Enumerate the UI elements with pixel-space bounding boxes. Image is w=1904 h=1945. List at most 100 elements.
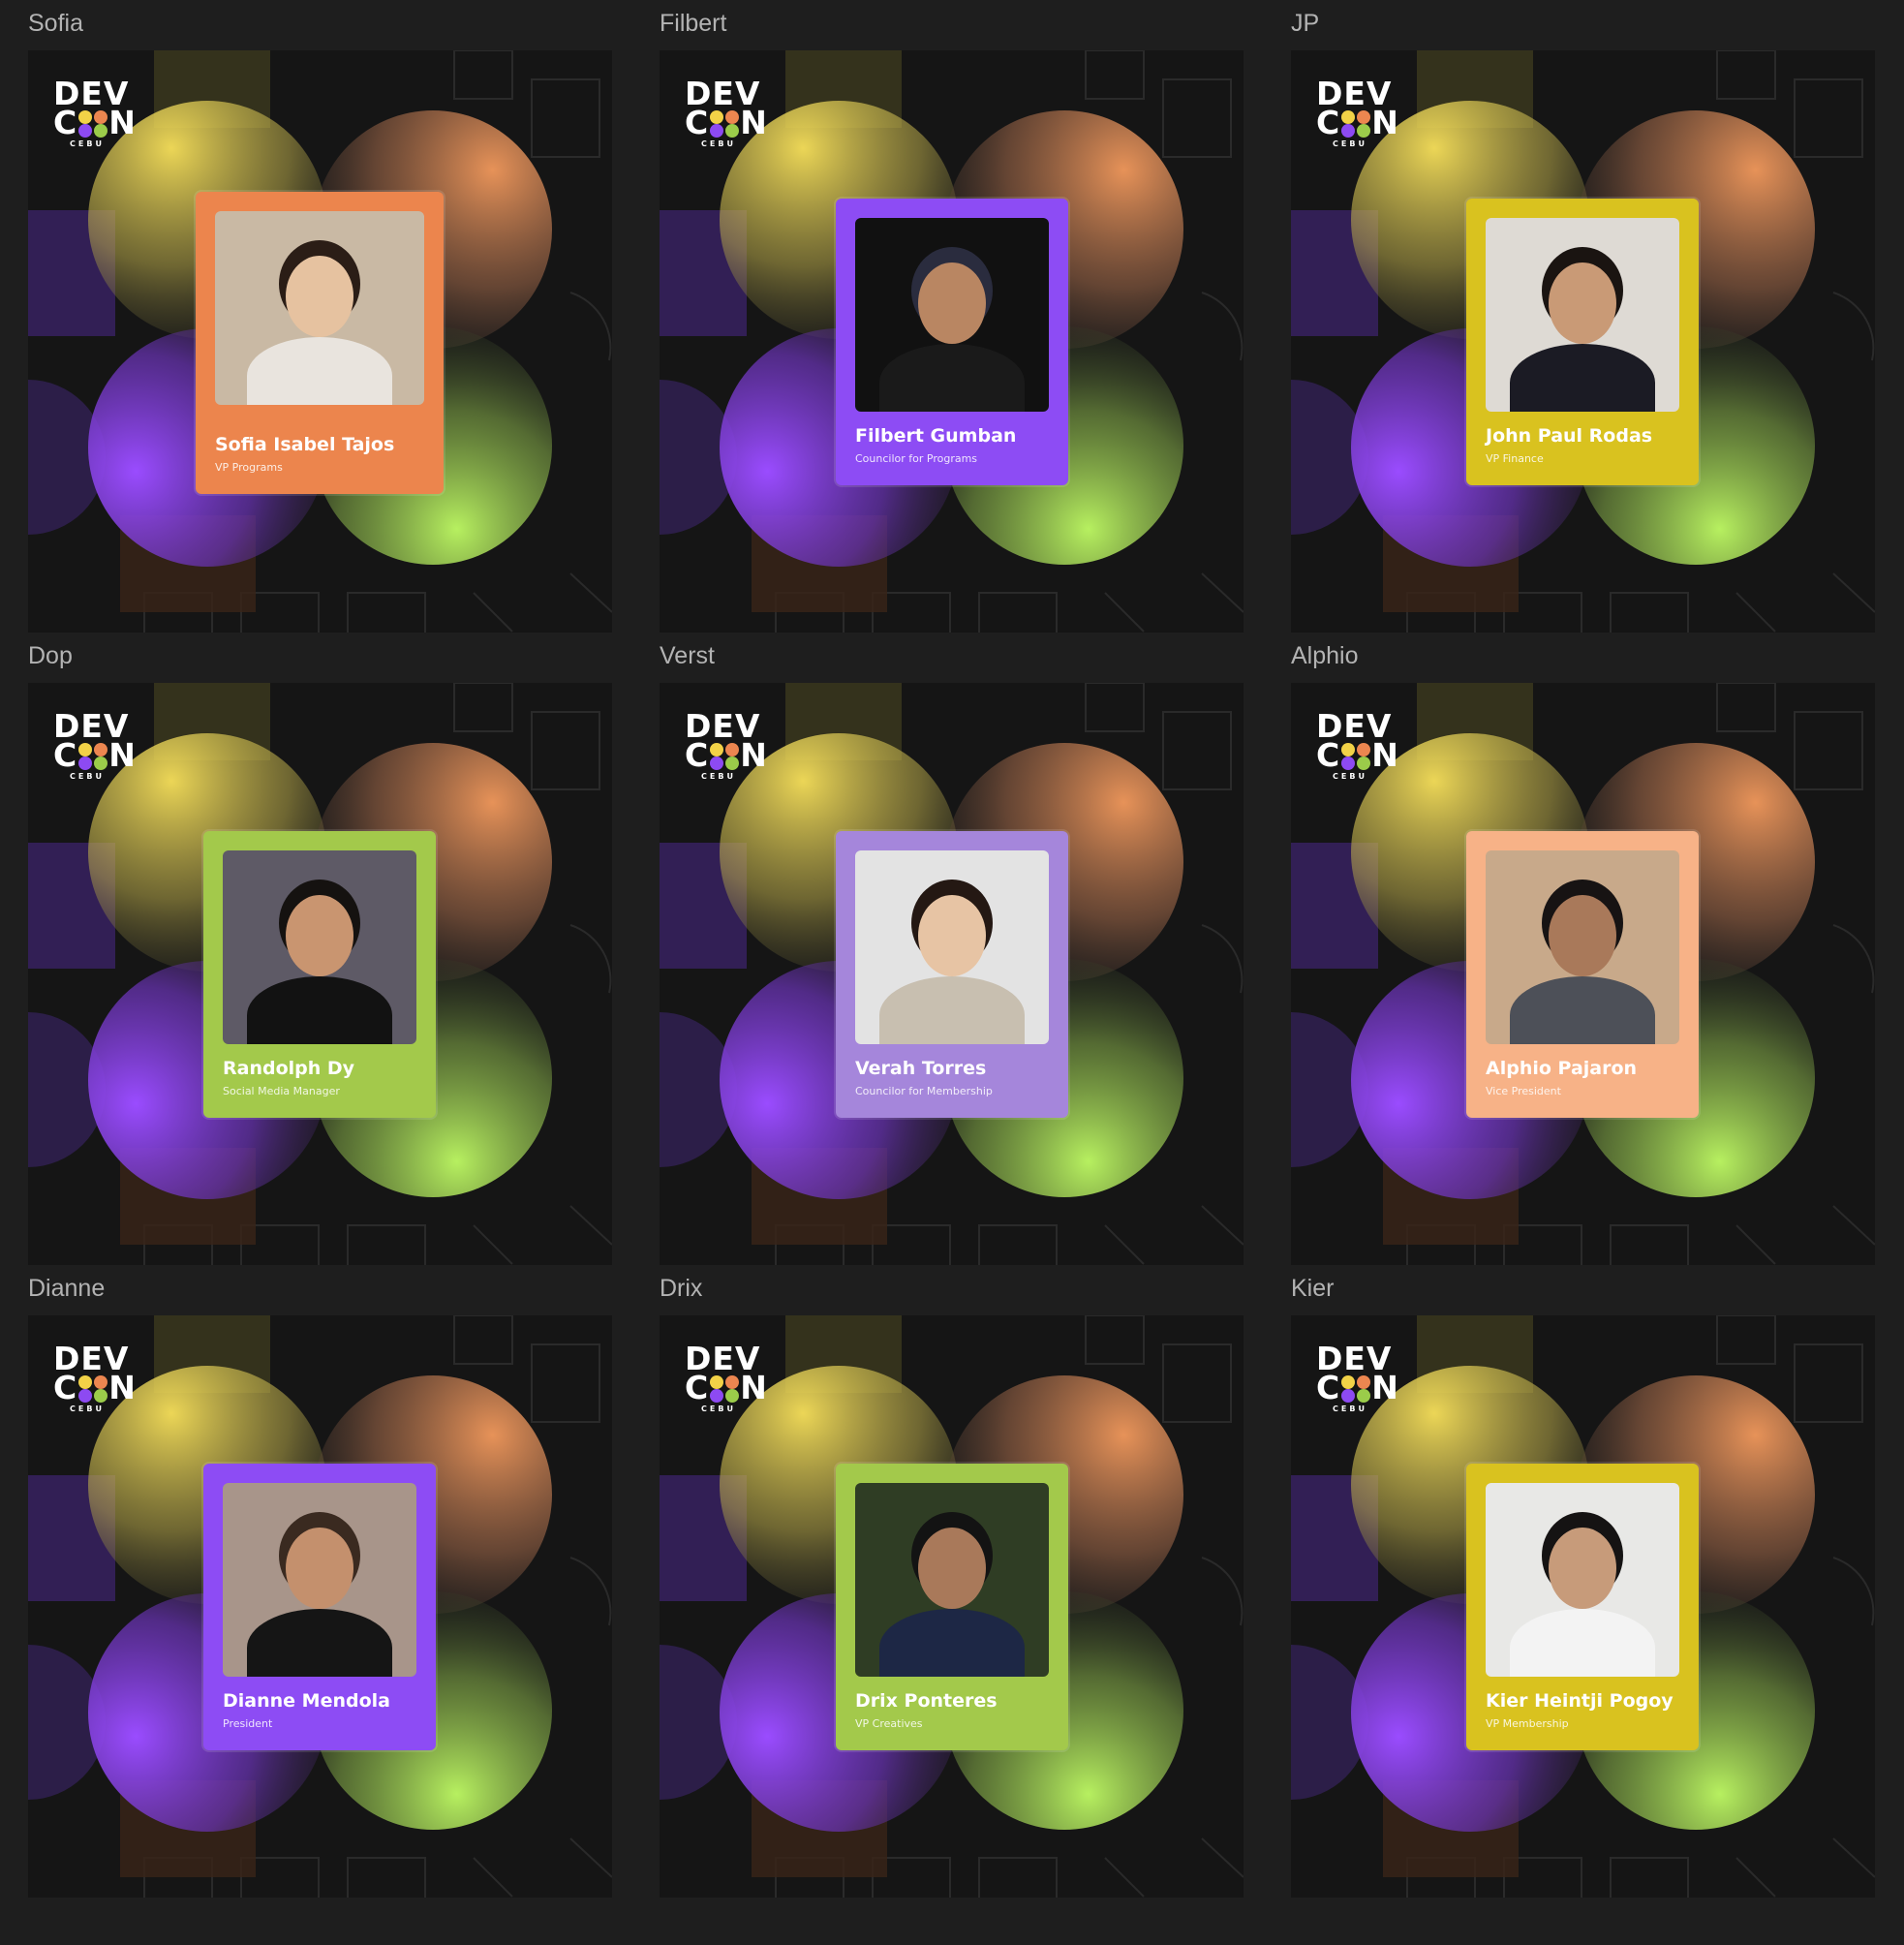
artboard-frame[interactable]: Verst DEV C N CEBU Verah Torres Councilo…	[660, 633, 1244, 1265]
artboard-frame[interactable]: Dianne DEV C N CEBU Dianne Mendola Presi…	[28, 1265, 612, 1898]
logo-dots-icon	[710, 742, 740, 770]
person-name: Alphio Pajaron	[1486, 1058, 1638, 1079]
devcon-logo: DEV C N CEBU	[685, 710, 768, 781]
logo-letter-c: C	[685, 736, 710, 775]
frame-title[interactable]: Sofia	[28, 0, 83, 46]
photo-face	[286, 256, 353, 337]
devcon-logo: DEV C N CEBU	[685, 1343, 768, 1413]
profile-photo	[855, 1483, 1049, 1677]
frame-artboard[interactable]: DEV C N CEBU John Paul Rodas VP Finance	[1291, 50, 1875, 633]
logo-letter-c: C	[1316, 104, 1341, 142]
logo-dots-icon	[1341, 742, 1371, 770]
logo-line-con: C N	[53, 1369, 137, 1407]
frame-title[interactable]: Alphio	[1291, 633, 1359, 679]
artboard-frame[interactable]: Kier DEV C N CEBU Kier Heintji Pogoy VP …	[1291, 1265, 1875, 1898]
frame-artboard[interactable]: DEV C N CEBU Filbert Gumban Councilor fo…	[660, 50, 1244, 633]
logo-line-con: C N	[685, 1369, 768, 1407]
photo-face	[1549, 262, 1616, 344]
devcon-logo: DEV C N CEBU	[53, 710, 137, 781]
frame-title[interactable]: Dianne	[28, 1265, 105, 1312]
frame-title[interactable]: Verst	[660, 633, 715, 679]
logo-letter-c: C	[685, 104, 710, 142]
profile-photo	[855, 850, 1049, 1044]
logo-letter-n: N	[740, 1369, 768, 1407]
logo-dots-icon	[1341, 109, 1371, 138]
logo-line-con: C N	[1316, 104, 1399, 142]
logo-dots-icon	[1341, 1374, 1371, 1403]
logo-dots-icon	[710, 1374, 740, 1403]
profile-photo	[223, 1483, 416, 1677]
profile-photo	[223, 850, 416, 1044]
frame-artboard[interactable]: DEV C N CEBU Alphio Pajaron Vice Preside…	[1291, 683, 1875, 1265]
devcon-logo: DEV C N CEBU	[1316, 1343, 1399, 1413]
profile-card[interactable]: Drix Ponteres VP Creatives	[836, 1464, 1068, 1750]
photo-shoulders	[879, 344, 1025, 412]
profile-photo	[1486, 850, 1679, 1044]
person-name: Kier Heintji Pogoy	[1486, 1690, 1674, 1712]
frame-title[interactable]: Dop	[28, 633, 73, 679]
person-role: VP Membership	[1486, 1717, 1569, 1730]
person-name: Verah Torres	[855, 1058, 987, 1079]
logo-letter-c: C	[53, 736, 78, 775]
profile-card[interactable]: Dianne Mendola President	[203, 1464, 436, 1750]
profile-photo	[855, 218, 1049, 412]
person-role: VP Finance	[1486, 452, 1544, 465]
logo-letter-c: C	[685, 1369, 710, 1407]
profile-card[interactable]: Randolph Dy Social Media Manager	[203, 831, 436, 1118]
person-role: Social Media Manager	[223, 1085, 340, 1097]
photo-shoulders	[879, 1609, 1025, 1677]
logo-dots-icon	[78, 742, 108, 770]
photo-face	[918, 262, 986, 344]
logo-letter-n: N	[108, 736, 137, 775]
profile-card[interactable]: John Paul Rodas VP Finance	[1466, 199, 1699, 485]
profile-card[interactable]: Kier Heintji Pogoy VP Membership	[1466, 1464, 1699, 1750]
artboard-frame[interactable]: Filbert DEV C N CEBU Filbert Gumban Coun…	[660, 0, 1244, 633]
frame-artboard[interactable]: DEV C N CEBU Dianne Mendola President	[28, 1315, 612, 1898]
photo-shoulders	[247, 337, 392, 405]
artboard-frame[interactable]: Sofia DEV C N CEBU Sofia Isabel Tajos VP…	[28, 0, 612, 633]
logo-letter-c: C	[1316, 736, 1341, 775]
frame-artboard[interactable]: DEV C N CEBU Kier Heintji Pogoy VP Membe…	[1291, 1315, 1875, 1898]
profile-photo	[215, 211, 424, 405]
logo-line-con: C N	[53, 736, 137, 775]
logo-dots-icon	[78, 1374, 108, 1403]
photo-shoulders	[1510, 1609, 1655, 1677]
devcon-logo: DEV C N CEBU	[53, 77, 137, 148]
frame-artboard[interactable]: DEV C N CEBU Drix Ponteres VP Creatives	[660, 1315, 1244, 1898]
person-role: VP Creatives	[855, 1717, 923, 1730]
profile-card[interactable]: Sofia Isabel Tajos VP Programs	[196, 192, 444, 494]
frame-title[interactable]: Kier	[1291, 1265, 1334, 1312]
person-role: Vice President	[1486, 1085, 1561, 1097]
frame-artboard[interactable]: DEV C N CEBU Randolph Dy Social Media Ma…	[28, 683, 612, 1265]
photo-face	[286, 1528, 353, 1609]
artboard-frame[interactable]: Alphio DEV C N CEBU Alphio Pajaron Vice …	[1291, 633, 1875, 1265]
logo-letter-c: C	[1316, 1369, 1341, 1407]
artboard-frame[interactable]: JP DEV C N CEBU John Paul Rodas VP Finan…	[1291, 0, 1875, 633]
logo-dots-icon	[78, 109, 108, 138]
logo-letter-n: N	[108, 1369, 137, 1407]
frame-title[interactable]: Drix	[660, 1265, 702, 1312]
logo-letter-n: N	[1371, 736, 1399, 775]
devcon-logo: DEV C N CEBU	[53, 1343, 137, 1413]
frame-artboard[interactable]: DEV C N CEBU Sofia Isabel Tajos VP Progr…	[28, 50, 612, 633]
photo-shoulders	[247, 1609, 392, 1677]
photo-shoulders	[879, 976, 1025, 1044]
photo-face	[918, 895, 986, 976]
artboard-frame[interactable]: Drix DEV C N CEBU Drix Ponteres VP Creat…	[660, 1265, 1244, 1898]
profile-card[interactable]: Filbert Gumban Councilor for Programs	[836, 199, 1068, 485]
devcon-logo: DEV C N CEBU	[1316, 710, 1399, 781]
photo-face	[1549, 1528, 1616, 1609]
person-name: John Paul Rodas	[1486, 425, 1653, 447]
photo-face	[1549, 895, 1616, 976]
logo-line-con: C N	[1316, 1369, 1399, 1407]
profile-card[interactable]: Verah Torres Councilor for Membership	[836, 831, 1068, 1118]
person-name: Randolph Dy	[223, 1058, 355, 1079]
frame-title[interactable]: Filbert	[660, 0, 726, 46]
profile-card[interactable]: Alphio Pajaron Vice President	[1466, 831, 1699, 1118]
frame-title[interactable]: JP	[1291, 0, 1319, 46]
artboard-frame[interactable]: Dop DEV C N CEBU Randolph Dy Social Medi…	[28, 633, 612, 1265]
logo-letter-n: N	[740, 736, 768, 775]
logo-dots-icon	[710, 109, 740, 138]
frame-artboard[interactable]: DEV C N CEBU Verah Torres Councilor for …	[660, 683, 1244, 1265]
person-role: Councilor for Membership	[855, 1085, 993, 1097]
